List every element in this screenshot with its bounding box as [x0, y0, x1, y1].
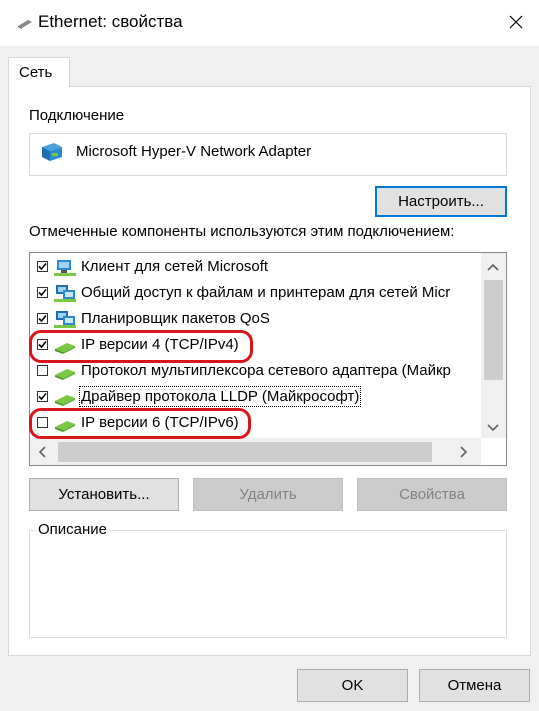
- component-checkbox[interactable]: [37, 365, 48, 376]
- component-label: Драйвер протокола LLDP (Майкрософт): [78, 386, 362, 407]
- scroll-up-icon[interactable]: [487, 259, 499, 274]
- component-checkbox[interactable]: [37, 261, 48, 272]
- network-service-icon: [54, 310, 76, 328]
- list-item[interactable]: Общий доступ к файлам и принтерам для се…: [30, 280, 482, 306]
- component-label: Клиент для сетей Microsoft: [81, 258, 269, 275]
- window-title: Ethernet: свойства: [38, 12, 183, 31]
- list-item[interactable]: IP версии 6 (TCP/IPv6): [30, 410, 482, 436]
- close-button[interactable]: [496, 2, 536, 42]
- component-label: IP версии 6 (TCP/IPv6): [81, 414, 239, 431]
- scroll-left-icon[interactable]: [38, 446, 46, 461]
- component-label: Общий доступ к файлам и принтерам для се…: [81, 284, 451, 301]
- install-button[interactable]: Установить...: [29, 478, 179, 511]
- list-item[interactable]: Клиент для сетей Microsoft: [30, 254, 482, 280]
- tab-label: Сеть: [19, 64, 53, 81]
- scroll-right-icon[interactable]: [460, 446, 468, 461]
- horizontal-scroll-thumb[interactable]: [58, 442, 432, 462]
- component-checkbox[interactable]: [37, 313, 48, 324]
- network-adapter-icon: [42, 143, 62, 161]
- properties-button[interactable]: Свойства: [357, 478, 507, 511]
- components-label: Отмеченные компоненты используются этим …: [29, 223, 455, 240]
- connection-label: Подключение: [29, 107, 125, 124]
- network-client-icon: [54, 258, 76, 276]
- list-item[interactable]: Протокол мультиплексора сетевого адаптер…: [30, 358, 482, 384]
- adapter-name: Microsoft Hyper-V Network Adapter: [76, 143, 312, 160]
- component-label: Планировщик пакетов QoS: [81, 310, 270, 327]
- ok-button[interactable]: OK: [297, 669, 408, 702]
- description-box: [29, 530, 507, 638]
- component-checkbox[interactable]: [37, 339, 48, 350]
- close-icon: [509, 15, 523, 29]
- component-checkbox[interactable]: [37, 417, 48, 428]
- component-checkbox[interactable]: [37, 287, 48, 298]
- list-item[interactable]: Драйвер протокола LLDP (Майкрософт): [30, 384, 482, 410]
- list-item[interactable]: Планировщик пакетов QoS: [30, 306, 482, 332]
- tab-network[interactable]: Сеть: [8, 57, 70, 87]
- network-service-icon: [54, 284, 76, 302]
- remove-button[interactable]: Удалить: [193, 478, 343, 511]
- component-label: Протокол мультиплексора сетевого адаптер…: [81, 362, 451, 379]
- protocol-icon: [54, 336, 76, 354]
- scroll-down-icon[interactable]: [487, 420, 499, 435]
- list-item[interactable]: IP версии 4 (TCP/IPv4): [30, 332, 482, 358]
- cancel-button[interactable]: Отмена: [419, 669, 530, 702]
- ethernet-icon: [18, 20, 32, 29]
- components-list[interactable]: Клиент для сетей Microsoft Общий доступ к…: [29, 252, 507, 466]
- protocol-icon: [54, 388, 76, 406]
- protocol-icon: [54, 362, 76, 380]
- protocol-icon: [54, 414, 76, 432]
- configure-button[interactable]: Настроить...: [375, 186, 507, 217]
- component-label: IP версии 4 (TCP/IPv4): [81, 336, 239, 353]
- vertical-scroll-thumb[interactable]: [484, 280, 503, 380]
- component-checkbox[interactable]: [37, 391, 48, 402]
- description-label: Описание: [35, 521, 111, 538]
